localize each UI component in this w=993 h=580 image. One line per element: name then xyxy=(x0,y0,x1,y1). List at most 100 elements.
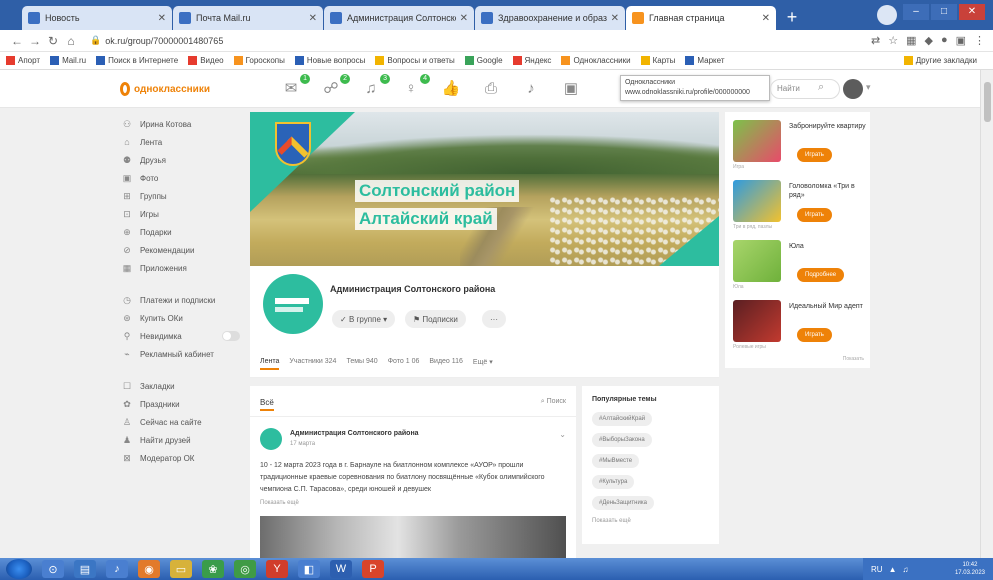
scrollbar-thumb[interactable] xyxy=(984,82,991,122)
nav-item-games[interactable]: ⊡ Игры xyxy=(120,205,240,223)
tab-more[interactable]: Ещё ▾ xyxy=(473,358,493,370)
search-input[interactable]: Найти xyxy=(770,79,840,99)
reload-icon[interactable]: ↻ xyxy=(44,34,62,48)
post-author[interactable]: Администрация Солтонского района xyxy=(290,430,419,437)
topic-tag[interactable]: #ВыборыЗакона xyxy=(592,433,652,447)
firefox-icon[interactable]: ◉ xyxy=(138,560,160,578)
browser-tab-active[interactable]: Главная страница ✕ xyxy=(626,6,776,30)
taskbar-app-icon[interactable]: ▤ xyxy=(74,560,96,578)
ok-logo[interactable]: одноклассники xyxy=(120,82,210,96)
guests-icon[interactable]: ♀ 4 xyxy=(400,74,430,100)
tab-topics[interactable]: Темы 940 xyxy=(346,358,377,370)
tab-videos[interactable]: Видео 116 xyxy=(429,358,463,370)
search-icon[interactable]: ⌕ xyxy=(818,81,824,94)
nav-item-payments[interactable]: ◷ Платежи и подписки xyxy=(120,291,240,309)
bookmark-item[interactable]: Яндекс xyxy=(512,56,551,65)
game-thumbnail[interactable] xyxy=(733,120,781,162)
taskbar-app-icon[interactable]: ♪ xyxy=(106,560,128,578)
browser-tab[interactable]: Администрация Солтонского р✕ xyxy=(324,6,474,30)
tab-photos[interactable]: Фото 1 06 xyxy=(388,358,420,370)
browser-tab[interactable]: Здравоохранение и образование✕ xyxy=(475,6,625,30)
game-card[interactable]: Юла Подробнее Юла xyxy=(733,238,868,296)
game-card[interactable]: Головоломка «Три в ряд» Играть Три в ряд… xyxy=(733,178,868,236)
menu-icon[interactable]: ⋮ xyxy=(974,34,985,47)
browser-tab[interactable]: Почта Mail.ru ✕ xyxy=(173,6,323,30)
forward-icon[interactable]: → xyxy=(26,34,44,48)
nav-item-gifts[interactable]: ⊕ Подарки xyxy=(120,223,240,241)
nav-item-moderator[interactable]: ⊠ Модератор ОК xyxy=(120,449,240,467)
post-show-more[interactable]: Показать ещё xyxy=(260,500,299,506)
topic-tag[interactable]: #МыВместе xyxy=(592,454,640,468)
popular-show-more[interactable]: Показать ещё xyxy=(592,518,709,524)
extension-icon[interactable]: ▦ xyxy=(906,34,916,47)
taskbar-app-icon[interactable]: ⊙ xyxy=(42,560,64,578)
notifications-icon[interactable]: ♫ 3 xyxy=(360,74,390,100)
nav-item-online[interactable]: ♙ Сейчас на сайте xyxy=(120,413,240,431)
group-avatar[interactable] xyxy=(263,274,323,334)
start-button[interactable] xyxy=(6,559,32,579)
game-name[interactable]: Забронируйте квартиру xyxy=(789,122,869,131)
game-name[interactable]: Головоломка «Три в ряд» xyxy=(789,182,869,200)
gifts-icon[interactable]: ⎙ xyxy=(480,78,502,100)
bookmark-item[interactable]: Одноклассники xyxy=(561,56,631,65)
more-button[interactable]: ··· xyxy=(482,310,506,328)
game-play-button[interactable]: Играть xyxy=(797,208,832,222)
subscribe-button[interactable]: ⚑ Подписки xyxy=(405,310,466,328)
close-tab-icon[interactable]: ✕ xyxy=(158,13,166,24)
discussions-icon[interactable]: ☍ 2 xyxy=(320,74,350,100)
bookmark-item[interactable]: Апорт xyxy=(6,56,40,65)
tab-members[interactable]: Участники 324 xyxy=(289,358,336,370)
game-play-button[interactable]: Играть xyxy=(797,328,832,342)
game-card[interactable]: Идеальный Мир адепт Играть Ролевые игры xyxy=(733,298,868,356)
bookmark-item[interactable]: Карты xyxy=(640,56,675,65)
nav-item-buy-ok[interactable]: ⊛ Купить ОКи xyxy=(120,309,240,327)
maximize-button[interactable]: □ xyxy=(931,4,957,20)
browser-profile-avatar[interactable] xyxy=(877,5,897,25)
nav-item-bookmarks[interactable]: ☐ Закладки xyxy=(120,377,240,395)
taskbar-app-icon[interactable]: ◧ xyxy=(298,560,320,578)
bookmark-item[interactable]: Новые вопросы xyxy=(294,56,365,65)
folder-icon[interactable]: ▭ xyxy=(170,560,192,578)
nav-item-profile[interactable]: ⚇ Ирина Котова xyxy=(120,115,240,133)
other-bookmarks[interactable]: Другие закладки xyxy=(903,56,977,65)
game-thumbnail[interactable] xyxy=(733,300,781,342)
game-thumbnail[interactable] xyxy=(733,180,781,222)
messages-icon[interactable]: ✉ 1 xyxy=(280,74,310,100)
network-icon[interactable]: ▲ xyxy=(889,565,897,574)
nav-item-friends[interactable]: ⚉ Друзья xyxy=(120,151,240,169)
games-show-more[interactable]: Показать xyxy=(843,356,864,362)
game-play-button[interactable]: Играть xyxy=(797,148,832,162)
language-icon[interactable]: RU xyxy=(871,565,883,574)
likes-icon[interactable]: 👍 xyxy=(440,78,462,100)
nav-item-groups[interactable]: ⊞ Группы xyxy=(120,187,240,205)
close-tab-icon[interactable]: ✕ xyxy=(309,13,317,24)
bookmark-item[interactable]: Поиск в Интернете xyxy=(96,56,178,65)
browser-tab[interactable]: Новость ✕ xyxy=(22,6,172,30)
extension-icon[interactable]: ◆ xyxy=(924,34,932,47)
volume-icon[interactable]: ♫ xyxy=(902,565,908,574)
music-icon[interactable]: ♪ xyxy=(520,78,542,100)
post-author-avatar[interactable] xyxy=(260,428,282,450)
in-group-button[interactable]: ✓ В группе ▾ xyxy=(332,310,396,328)
feed-search[interactable]: ⌕ Поиск xyxy=(541,398,566,406)
game-name[interactable]: Идеальный Мир адепт xyxy=(789,302,869,311)
bookmark-item[interactable]: Гороскопы xyxy=(233,56,285,65)
chrome-icon[interactable]: ◎ xyxy=(234,560,256,578)
nav-item-photo[interactable]: ▣ Фото xyxy=(120,169,240,187)
topic-tag[interactable]: #Культура xyxy=(592,475,635,489)
invisible-toggle[interactable] xyxy=(222,331,240,341)
powerpoint-icon[interactable]: P xyxy=(362,560,384,578)
minimize-button[interactable]: – xyxy=(903,4,929,20)
bookmark-item[interactable]: Видео xyxy=(188,56,224,65)
chevron-down-icon[interactable]: ⌄ xyxy=(559,430,566,439)
game-thumbnail[interactable] xyxy=(733,240,781,282)
translate-icon[interactable]: ⇄ xyxy=(871,34,880,47)
feed-filter-all[interactable]: Всё xyxy=(260,398,274,411)
video-icon[interactable]: ▣ xyxy=(560,78,582,100)
nav-item-ads[interactable]: ⌁ Рекламный кабинет xyxy=(120,345,240,363)
bookmark-item[interactable]: Маркет xyxy=(685,56,724,65)
word-icon[interactable]: W xyxy=(330,560,352,578)
topic-tag[interactable]: #ДеньЗащитника xyxy=(592,496,654,510)
chevron-down-icon[interactable]: ▾ xyxy=(866,82,871,93)
puzzle-icon[interactable]: ▣ xyxy=(956,34,966,47)
